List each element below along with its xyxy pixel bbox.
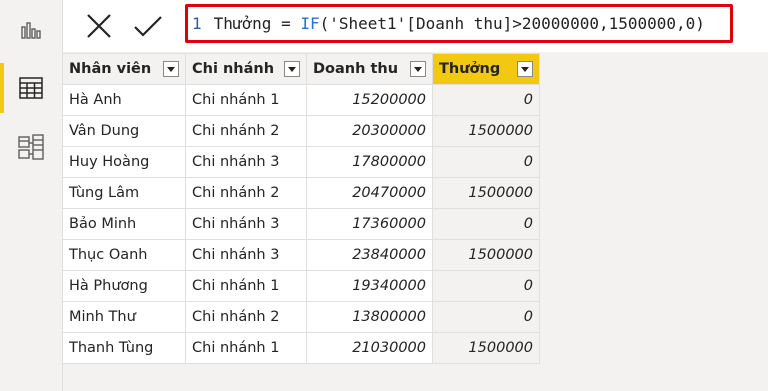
cell-doanh-thu[interactable]: 23840000	[306, 239, 433, 271]
data-view-button[interactable]	[0, 59, 62, 117]
cell-thuong[interactable]: 0	[432, 146, 540, 178]
model-view-button[interactable]	[0, 118, 62, 176]
cell-thuong[interactable]: 1500000	[432, 239, 540, 271]
column-header-nhan-vien[interactable]: Nhân viên	[62, 53, 186, 85]
data-view-icon	[19, 77, 43, 99]
formula-arguments: ('Sheet1'[Doanh thu]>20000000,1500000,0)	[319, 14, 705, 33]
column-header-label: Thưởng	[439, 61, 501, 77]
table-row: Tùng Lâm Chi nhánh 2 20470000 1500000	[62, 177, 540, 209]
cell-nhan-vien[interactable]: Tùng Lâm	[62, 177, 186, 209]
table-row: Hà Anh Chi nhánh 1 15200000 0	[62, 84, 540, 116]
checkmark-icon	[134, 16, 162, 37]
formula-measure-name: Thưởng =	[213, 14, 301, 33]
cell-thuong[interactable]: 1500000	[432, 115, 540, 147]
table-row: Huy Hoàng Chi nhánh 3 17800000 0	[62, 146, 540, 178]
view-sidebar	[0, 0, 63, 391]
table-row: Bảo Minh Chi nhánh 3 17360000 0	[62, 208, 540, 240]
cell-chi-nhanh[interactable]: Chi nhánh 1	[185, 332, 307, 364]
chevron-down-icon[interactable]	[517, 61, 533, 77]
cell-nhan-vien[interactable]: Hà Phương	[62, 270, 186, 302]
chevron-down-icon[interactable]	[163, 61, 179, 77]
chevron-down-icon[interactable]	[284, 61, 300, 77]
table-row: Thanh Tùng Chi nhánh 1 21030000 1500000	[62, 332, 540, 364]
cell-doanh-thu[interactable]: 17360000	[306, 208, 433, 240]
cell-thuong[interactable]: 0	[432, 208, 540, 240]
cell-doanh-thu[interactable]: 13800000	[306, 301, 433, 333]
formula-function: IF	[300, 14, 320, 33]
cell-chi-nhanh[interactable]: Chi nhánh 3	[185, 146, 307, 178]
cell-nhan-vien[interactable]: Vân Dung	[62, 115, 186, 147]
column-header-label: Chi nhánh	[192, 61, 275, 77]
cell-nhan-vien[interactable]: Thanh Tùng	[62, 332, 186, 364]
chevron-down-icon[interactable]	[410, 61, 426, 77]
data-table: Nhân viên Chi nhánh Doanh thu Thưởng Hà …	[62, 53, 540, 364]
cell-doanh-thu[interactable]: 17800000	[306, 146, 433, 178]
table-row: Minh Thư Chi nhánh 2 13800000 0	[62, 301, 540, 333]
cell-doanh-thu[interactable]: 20470000	[306, 177, 433, 209]
table-row: Vân Dung Chi nhánh 2 20300000 1500000	[62, 115, 540, 147]
cell-thuong[interactable]: 0	[432, 84, 540, 116]
cancel-formula-button[interactable]	[77, 6, 121, 46]
cell-thuong[interactable]: 1500000	[432, 177, 540, 209]
cell-thuong[interactable]: 0	[432, 270, 540, 302]
line-number: 1	[192, 14, 202, 33]
table-row: Thục Oanh Chi nhánh 3 23840000 1500000	[62, 239, 540, 271]
report-view-button[interactable]	[0, 0, 62, 58]
cell-doanh-thu[interactable]: 15200000	[306, 84, 433, 116]
cell-nhan-vien[interactable]: Bảo Minh	[62, 208, 186, 240]
column-header-chi-nhanh[interactable]: Chi nhánh	[185, 53, 307, 85]
cell-nhan-vien[interactable]: Huy Hoàng	[62, 146, 186, 178]
cell-doanh-thu[interactable]: 21030000	[306, 332, 433, 364]
cell-doanh-thu[interactable]: 20300000	[306, 115, 433, 147]
cell-chi-nhanh[interactable]: Chi nhánh 1	[185, 270, 307, 302]
cell-thuong[interactable]: 1500000	[432, 332, 540, 364]
cell-chi-nhanh[interactable]: Chi nhánh 3	[185, 208, 307, 240]
cell-nhan-vien[interactable]: Thục Oanh	[62, 239, 186, 271]
cell-chi-nhanh[interactable]: Chi nhánh 3	[185, 239, 307, 271]
cell-chi-nhanh[interactable]: Chi nhánh 2	[185, 177, 307, 209]
model-view-icon	[18, 134, 44, 160]
cell-nhan-vien[interactable]: Minh Thư	[62, 301, 186, 333]
cell-chi-nhanh[interactable]: Chi nhánh 2	[185, 115, 307, 147]
column-header-thuong[interactable]: Thưởng	[432, 53, 540, 85]
commit-formula-button[interactable]	[126, 6, 170, 46]
table-row: Hà Phương Chi nhánh 1 19340000 0	[62, 270, 540, 302]
cell-chi-nhanh[interactable]: Chi nhánh 2	[185, 301, 307, 333]
cell-thuong[interactable]: 0	[432, 301, 540, 333]
column-header-label: Nhân viên	[69, 61, 152, 77]
column-header-label: Doanh thu	[313, 61, 399, 77]
close-icon	[87, 14, 111, 38]
cell-nhan-vien[interactable]: Hà Anh	[62, 84, 186, 116]
report-view-icon	[21, 22, 41, 39]
cell-chi-nhanh[interactable]: Chi nhánh 1	[185, 84, 307, 116]
formula-input[interactable]: 1 Thưởng = IF ('Sheet1'[Doanh thu]>2000000…	[185, 4, 733, 43]
cell-doanh-thu[interactable]: 19340000	[306, 270, 433, 302]
table-header-row: Nhân viên Chi nhánh Doanh thu Thưởng	[62, 53, 540, 85]
column-header-doanh-thu[interactable]: Doanh thu	[306, 53, 433, 85]
